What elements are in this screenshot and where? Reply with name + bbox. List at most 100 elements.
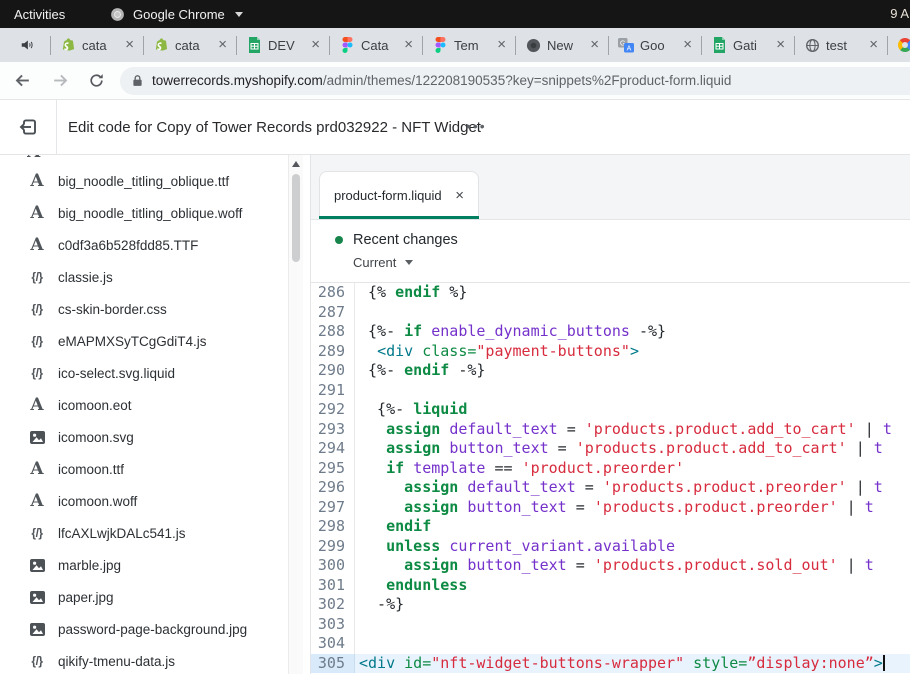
forward-button[interactable] <box>51 71 70 90</box>
editor-tab-label: product-form.liquid <box>334 188 442 203</box>
tab-close-icon[interactable]: × <box>218 38 227 52</box>
lock-icon[interactable] <box>132 74 143 87</box>
tab-separator <box>515 36 516 55</box>
code-file-icon: {/} <box>31 654 42 668</box>
code-line-row: 297 assign button_text = 'products.produ… <box>311 498 910 518</box>
app-menu-label: Google Chrome <box>133 7 225 22</box>
line-number: 304 <box>311 634 355 654</box>
editor-tab[interactable]: product-form.liquid × <box>319 171 479 219</box>
file-name: icomoon.woff <box>58 494 137 509</box>
font-file-icon: A <box>30 397 43 414</box>
code-line-row: 288 {%- if enable_dynamic_buttons -%} <box>311 322 910 342</box>
file-name: marble.jpg <box>58 558 121 573</box>
file-item[interactable]: {/}classie.js <box>0 261 288 293</box>
tab-close-icon[interactable]: × <box>311 38 320 52</box>
browser-tab[interactable]: Tem× <box>426 28 512 62</box>
figma-icon <box>432 37 448 53</box>
line-number: 305 <box>311 654 355 674</box>
scrollbar-thumb[interactable] <box>292 174 300 262</box>
code-line-row: 290 {%- endif -%} <box>311 361 910 381</box>
file-item[interactable]: Aicomoon.ttf <box>0 453 288 485</box>
tab-close-icon[interactable]: × <box>776 38 785 52</box>
tab-title: DEV <box>268 38 305 53</box>
code-line-row: 298 endif <box>311 517 910 537</box>
line-number: 302 <box>311 595 355 615</box>
recent-changes-panel: Recent changes Current <box>311 219 910 283</box>
file-item[interactable]: {/}ico-select.svg.liquid <box>0 357 288 389</box>
browser-tab[interactable]: cata× <box>147 28 233 62</box>
activities-button[interactable]: Activities <box>14 7 65 22</box>
browser-tab[interactable]: test× <box>798 28 884 62</box>
code-line-text: {%- if enable_dynamic_buttons -%} <box>355 322 910 342</box>
file-row-partial: A <box>27 155 49 162</box>
sidebar-scrollbar[interactable] <box>288 155 303 674</box>
code-line-text: if template == 'product.preorder' <box>355 459 910 479</box>
file-name: icomoon.svg <box>58 430 134 445</box>
code-line-row: 287 <box>311 303 910 323</box>
file-name: icomoon.eot <box>58 398 132 413</box>
file-item[interactable]: {/} qikify-tmenu-data.js <box>0 645 288 674</box>
browser-tab[interactable]: GAGoo× <box>612 28 698 62</box>
code-line-row: 299 unless current_variant.available <box>311 537 910 557</box>
code-line-text: assign button_text = 'products.product.p… <box>355 498 910 518</box>
browser-tab[interactable] <box>891 28 910 62</box>
file-item[interactable]: {/}lfcAXLwjkDALc541.js <box>0 517 288 549</box>
file-item[interactable]: Abig_noodle_titling_oblique.ttf <box>0 165 288 197</box>
tab-close-icon[interactable]: × <box>404 38 413 52</box>
close-icon[interactable]: × <box>455 187 464 204</box>
code-line-row: 293 assign default_text = 'products.prod… <box>311 420 910 440</box>
content-area: A Abig_noodle_titling_oblique.ttfAbig_no… <box>0 155 910 674</box>
more-actions-button[interactable]: ••• <box>466 118 487 134</box>
code-line-text: assign default_text = 'products.product.… <box>355 420 910 440</box>
exit-code-editor-button[interactable] <box>0 100 57 154</box>
file-item[interactable]: Ac0df3a6b528fdd85.TTF <box>0 229 288 261</box>
browser-tab[interactable]: Gati× <box>705 28 791 62</box>
page-header: Edit code for Copy of Tower Records prd0… <box>0 100 910 155</box>
scroll-up-arrow[interactable] <box>292 161 300 167</box>
system-bar: Activities Google Chrome 9 A <box>0 0 910 28</box>
code-line-row: 292 {%- liquid <box>311 400 910 420</box>
tab-close-icon[interactable]: × <box>869 38 878 52</box>
page-title: Edit code for Copy of Tower Records prd0… <box>68 119 481 136</box>
tab-separator <box>143 36 144 55</box>
address-bar[interactable]: towerrecords.myshopify.com/admin/themes/… <box>120 67 910 95</box>
sheets-icon <box>711 37 727 53</box>
browser-tab[interactable]: New× <box>519 28 605 62</box>
file-item[interactable]: Aicomoon.eot <box>0 389 288 421</box>
tab-close-icon[interactable]: × <box>125 38 134 52</box>
font-file-icon: A <box>30 237 43 254</box>
file-item[interactable]: paper.jpg <box>0 581 288 613</box>
file-item[interactable]: Abig_noodle_titling_oblique.woff <box>0 197 288 229</box>
file-name: qikify-tmenu-data.js <box>58 654 175 669</box>
file-item[interactable]: password-page-background.jpg <box>0 613 288 645</box>
image-file-icon <box>30 559 45 572</box>
file-item[interactable]: Aicomoon.woff <box>0 485 288 517</box>
version-dropdown[interactable]: Current <box>353 255 910 270</box>
tab-close-icon[interactable]: × <box>590 38 599 52</box>
back-button[interactable] <box>13 71 32 90</box>
line-number: 286 <box>311 283 355 303</box>
browser-tab[interactable]: Cata× <box>333 28 419 62</box>
text-cursor <box>883 655 885 671</box>
line-number: 291 <box>311 381 355 401</box>
file-item[interactable]: {/}cs-skin-border.css <box>0 293 288 325</box>
file-item[interactable]: icomoon.svg <box>0 421 288 453</box>
file-item[interactable]: marble.jpg <box>0 549 288 581</box>
code-area[interactable]: 286 {% endif %}287288 {%- if enable_dyna… <box>311 283 910 674</box>
font-file-icon: A <box>30 461 43 478</box>
chevron-down-icon <box>235 12 243 17</box>
code-line-row: 302 -%} <box>311 595 910 615</box>
tab-close-icon[interactable]: × <box>497 38 506 52</box>
tab-close-icon[interactable]: × <box>683 38 692 52</box>
file-sidebar: A Abig_noodle_titling_oblique.ttfAbig_no… <box>0 155 288 674</box>
browser-tab[interactable]: cata× <box>54 28 140 62</box>
reload-button[interactable] <box>88 72 105 89</box>
code-line-text: assign button_text = 'products.product.a… <box>355 439 910 459</box>
image-file-icon <box>30 623 45 636</box>
browser-tab-strip: cata×cata×DEV×Cata×Tem×New×GAGoo×Gati×te… <box>0 28 910 62</box>
browser-tab[interactable]: DEV × <box>240 28 326 62</box>
version-label: Current <box>353 255 396 270</box>
file-item[interactable]: {/}eMAPMXSyTCgGdiT4.js <box>0 325 288 357</box>
clock[interactable]: 9 A <box>890 0 910 28</box>
app-menu[interactable]: Google Chrome <box>110 7 243 22</box>
